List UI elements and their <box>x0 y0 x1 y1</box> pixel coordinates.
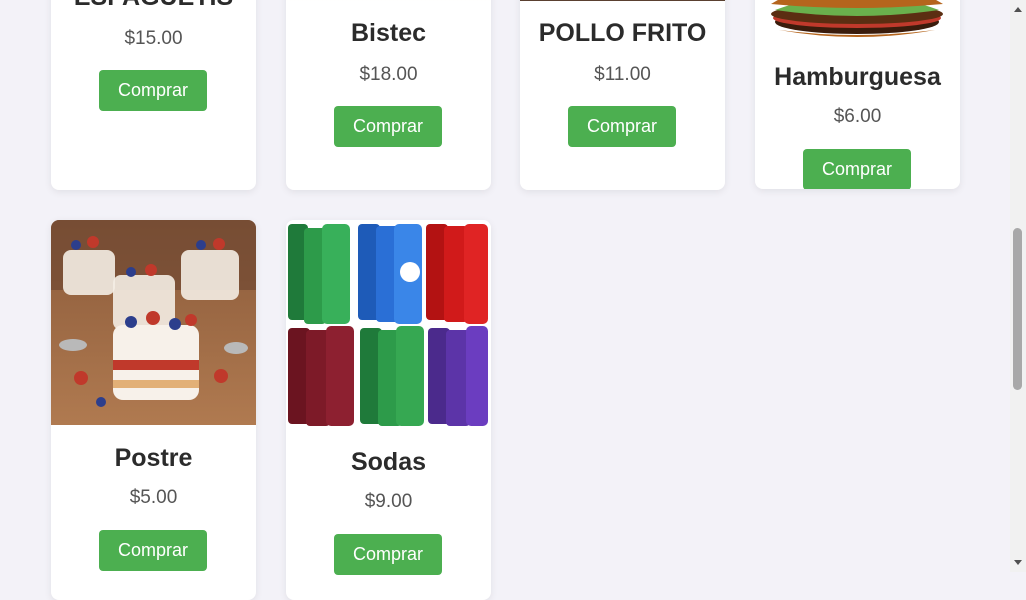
scrollbar-thumb[interactable] <box>1013 228 1022 390</box>
product-price: $5.00 <box>129 487 178 508</box>
product-name: Postre <box>114 444 193 472</box>
product-card-bistec: Bistec $18.00 Comprar <box>286 0 491 190</box>
product-price: $11.00 <box>594 64 651 85</box>
product-image <box>51 220 256 425</box>
scroll-down-arrow-icon[interactable] <box>1014 560 1022 565</box>
product-card-hamburguesa: Hamburguesa $6.00 Comprar <box>755 0 960 189</box>
product-name: Hamburguesa <box>774 63 941 91</box>
product-name: Sodas <box>350 448 427 476</box>
product-name: Bistec <box>350 19 427 47</box>
sodas-image <box>288 224 488 426</box>
product-card-pollo-frito: POLLO FRITO $11.00 Comprar <box>520 0 725 190</box>
product-price: $6.00 <box>833 106 882 127</box>
product-image <box>520 0 725 1</box>
product-image <box>286 0 491 1</box>
product-card-postre: Postre $5.00 Comprar <box>51 220 256 600</box>
product-price: $9.00 <box>364 491 413 512</box>
product-card-sodas: Sodas $9.00 Comprar <box>286 220 491 600</box>
hamburger-image <box>771 0 943 37</box>
product-image <box>286 220 491 430</box>
buy-button-pollo-frito[interactable]: Comprar <box>568 106 676 147</box>
product-price: $18.00 <box>359 64 418 85</box>
scroll-up-arrow-icon[interactable] <box>1014 7 1022 12</box>
product-card-espaguetis: ESPAGUETIS $15.00 Comprar <box>51 0 256 190</box>
product-price: $15.00 <box>124 28 183 49</box>
vertical-scrollbar[interactable] <box>1010 0 1026 572</box>
buy-button-espaguetis[interactable]: Comprar <box>99 70 207 111</box>
buy-button-sodas[interactable]: Comprar <box>334 534 442 575</box>
buy-button-bistec[interactable]: Comprar <box>334 106 442 147</box>
buy-button-postre[interactable]: Comprar <box>99 530 207 571</box>
product-name: POLLO FRITO <box>538 19 707 47</box>
product-image <box>755 0 960 40</box>
dessert-image <box>51 220 256 425</box>
buy-button-hamburguesa[interactable]: Comprar <box>803 149 911 189</box>
product-name: ESPAGUETIS <box>51 0 256 12</box>
